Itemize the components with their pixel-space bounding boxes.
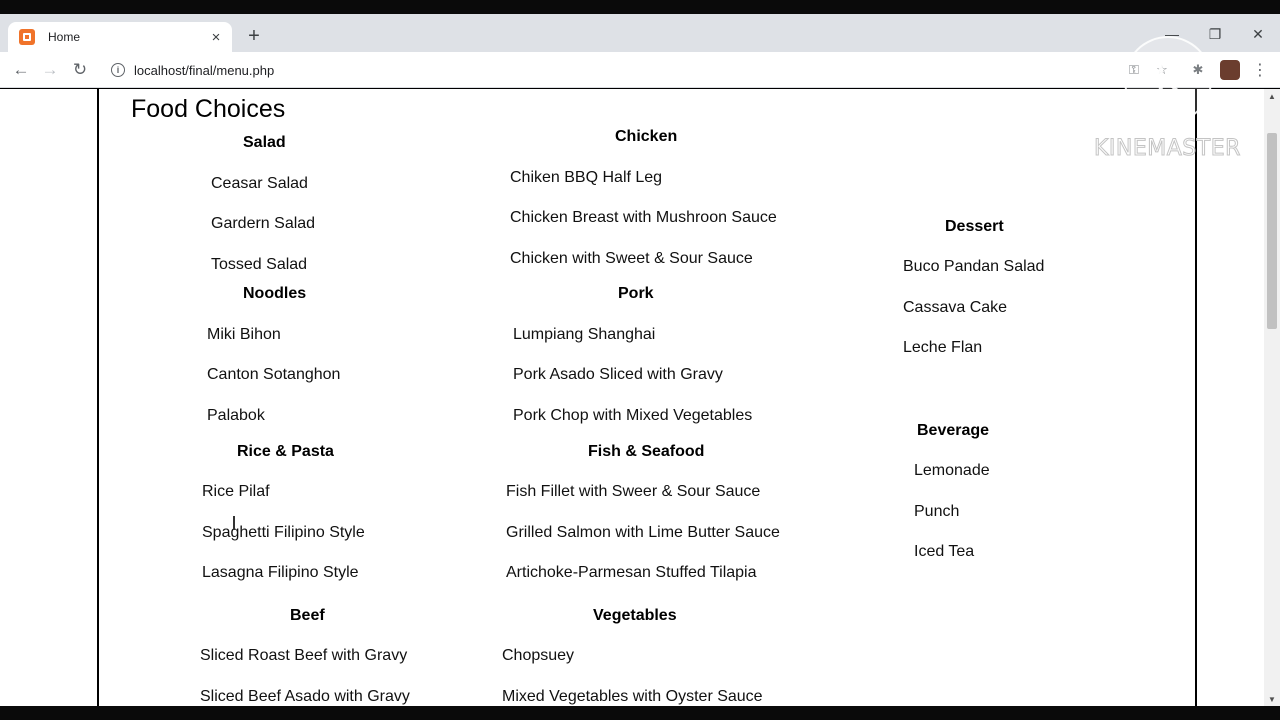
page-title: Food Choices <box>131 95 286 123</box>
menu-item: Palabok <box>207 407 265 424</box>
menu-item: Lemonade <box>914 462 990 479</box>
menu-item: Lasagna Filipino Style <box>202 564 359 581</box>
close-window-button[interactable]: ✕ <box>1246 24 1270 44</box>
menu-item: Artichoke-Parmesan Stuffed Tilapia <box>506 564 757 581</box>
reload-button[interactable]: ↻ <box>69 59 91 81</box>
text-cursor-icon <box>233 516 235 530</box>
restore-button[interactable]: ❐ <box>1203 24 1227 44</box>
menu-item: Lumpiang Shanghai <box>513 326 656 343</box>
menu-item: Chicken with Sweet & Sour Sauce <box>510 250 753 267</box>
section-heading-salad: Salad <box>243 134 286 151</box>
scroll-down-arrow-icon[interactable]: ▼ <box>1264 692 1280 706</box>
section-heading-rice-pasta: Rice & Pasta <box>237 443 334 460</box>
browser-toolbar: ← → ↻ i localhost/final/menu.php ⚿ ☆ ✱ ⋮ <box>0 52 1280 88</box>
new-tab-button[interactable]: + <box>244 25 264 47</box>
screen-top-bar <box>0 0 1280 14</box>
back-button[interactable]: ← <box>10 59 32 81</box>
kinemaster-logo-icon: K <box>1124 36 1212 124</box>
forward-button[interactable]: → <box>39 59 61 81</box>
menu-item: Mixed Vegetables with Oyster Sauce <box>502 688 763 705</box>
screen-bottom-bar <box>0 706 1280 720</box>
menu-item: Pork Chop with Mixed Vegetables <box>513 407 753 424</box>
menu-item: Leche Flan <box>903 339 983 356</box>
profile-avatar[interactable] <box>1220 60 1240 80</box>
page-viewport: Food Choices Salad Ceasar Salad Gardern … <box>0 89 1264 706</box>
menu-item: Grilled Salmon with Lime Butter Sauce <box>506 524 780 541</box>
vertical-scrollbar[interactable]: ▲ ▼ <box>1264 89 1280 706</box>
tab-title: Home <box>48 30 81 44</box>
menu-item: Chopsuey <box>502 647 575 664</box>
menu-item: Rice Pilaf <box>202 483 270 500</box>
section-heading-fish-seafood: Fish & Seafood <box>588 443 705 460</box>
menu-item: Tossed Salad <box>211 256 308 273</box>
menu-item: Fish Fillet with Sweer & Sour Sauce <box>506 483 761 500</box>
section-heading-beef: Beef <box>290 607 325 624</box>
section-heading-chicken: Chicken <box>615 128 678 145</box>
section-heading-vegetables: Vegetables <box>593 607 677 624</box>
section-heading-dessert: Dessert <box>945 218 1004 235</box>
tab-strip: Home × + — ❐ ✕ <box>0 14 1280 52</box>
menu-item: Pork Asado Sliced with Gravy <box>513 366 723 383</box>
scroll-up-arrow-icon[interactable]: ▲ <box>1264 89 1280 103</box>
section-heading-pork: Pork <box>618 285 654 302</box>
url-text[interactable]: localhost/final/menu.php <box>134 63 274 78</box>
menu-item: Punch <box>914 503 960 520</box>
kinemaster-watermark: KINEMASTER <box>1094 136 1241 162</box>
xampp-favicon-icon <box>19 29 35 45</box>
menu-icon[interactable]: ⋮ <box>1251 60 1269 80</box>
menu-item: Cassava Cake <box>903 299 1008 316</box>
menu-item: Chiken BBQ Half Leg <box>510 169 663 186</box>
menu-item: Canton Sotanghon <box>207 366 341 383</box>
tab-home[interactable]: Home × <box>8 22 232 52</box>
address-bar[interactable]: i localhost/final/menu.php <box>104 56 1124 84</box>
menu-item: Chicken Breast with Mushroon Sauce <box>510 209 777 226</box>
menu-item: Sliced Roast Beef with Gravy <box>200 647 408 664</box>
menu-item: Ceasar Salad <box>211 175 308 192</box>
menu-item: Miki Bihon <box>207 326 281 343</box>
tab-close-icon[interactable]: × <box>208 29 224 46</box>
menu-item: Buco Pandan Salad <box>903 258 1045 275</box>
kinemaster-logo-letter: K <box>1154 57 1182 103</box>
menu-item: Sliced Beef Asado with Gravy <box>200 688 410 705</box>
menu-item: Gardern Salad <box>211 215 316 232</box>
section-heading-noodles: Noodles <box>243 285 307 302</box>
menu-item: Spaghetti Filipino Style <box>202 524 365 541</box>
scroll-thumb[interactable] <box>1267 133 1277 329</box>
section-heading-beverage: Beverage <box>917 422 990 439</box>
menu-item: Iced Tea <box>914 543 975 560</box>
info-icon[interactable]: i <box>111 63 125 77</box>
